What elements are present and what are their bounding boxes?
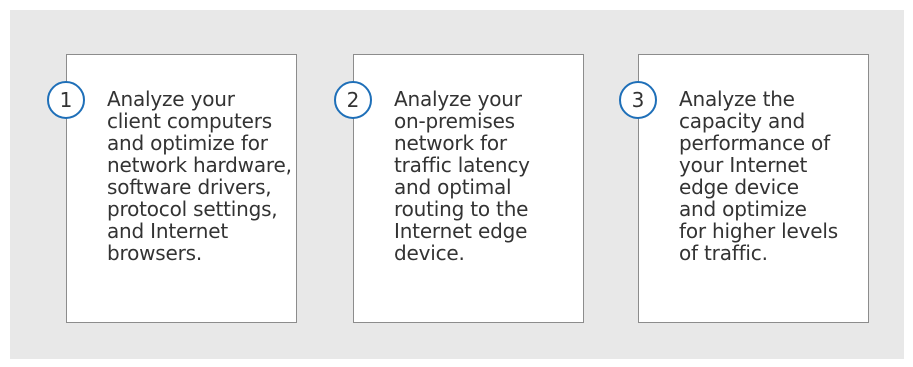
step-number-badge-2: 2 xyxy=(334,81,372,119)
step-card-3: 3 Analyze the capacity and performance o… xyxy=(619,54,869,323)
step-number-3: 3 xyxy=(631,88,645,112)
step-description-3: Analyze the capacity and performance of … xyxy=(679,87,838,265)
step-description-1: Analyze your client computers and optimi… xyxy=(107,87,292,265)
step-number-1: 1 xyxy=(59,88,73,112)
step-number-badge-3: 3 xyxy=(619,81,657,119)
step-number-badge-1: 1 xyxy=(47,81,85,119)
step-description-2: Analyze your on-premises network for tra… xyxy=(394,87,530,265)
step-card-1: 1 Analyze your client computers and opti… xyxy=(47,54,297,323)
step-card-2: 2 Analyze your on-premises network for t… xyxy=(334,54,584,323)
step-number-2: 2 xyxy=(346,88,360,112)
